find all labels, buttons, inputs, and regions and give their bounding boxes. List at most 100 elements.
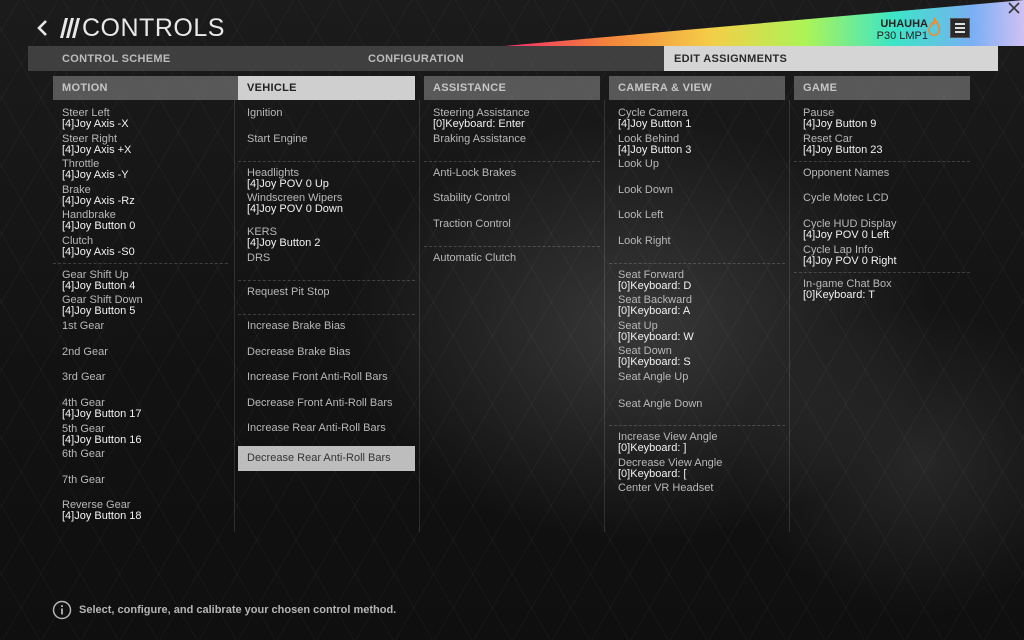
assignment-seat-forward[interactable]: Seat Forward [0]Keyboard: D [609,270,785,295]
assignment-value: [4]Joy Axis -X [62,118,129,130]
assignment-decrease-brake-bias[interactable]: Decrease Brake Bias [238,340,415,365]
column-divider [419,100,420,532]
assignment-value: [0]Keyboard: ] [618,442,687,454]
assignment-decrease-front-anti-roll-bars[interactable]: Decrease Front Anti-Roll Bars [238,391,415,416]
tab-bar: CONTROL SCHEME CONFIGURATION EDIT ASSIGN… [28,46,998,71]
assignment-label: Increase Front Anti-Roll Bars [247,371,388,383]
assignment-value: [4]Joy Axis -S0 [62,246,135,258]
assignment-7th-gear[interactable]: 7th Gear [53,468,233,493]
assignment-cycle-lap-info[interactable]: Cycle Lap Info [4]Joy POV 0 Right [794,245,970,270]
assignment-value: [4]Joy Axis -Rz [62,195,135,207]
assignment-traction-control[interactable]: Traction Control [424,212,600,237]
assignment-brake[interactable]: Brake [4]Joy Axis -Rz [53,185,233,210]
group-separator [238,161,415,163]
assignment-anti-lock-brakes[interactable]: Anti-Lock Brakes [424,161,600,186]
assignment-look-down[interactable]: Look Down [609,178,785,203]
assignment-label: Decrease Front Anti-Roll Bars [247,397,393,409]
back-button[interactable] [34,16,52,40]
assignment-label: Request Pit Stop [247,286,330,298]
assignment-label: Traction Control [433,218,511,230]
assignment-ignition[interactable]: Ignition [238,101,415,126]
assignment-windscreen-wipers[interactable]: Windscreen Wipers [4]Joy POV 0 Down [238,193,415,218]
assignment-value: [4]Joy POV 0 Up [247,178,329,190]
assignment-cycle-hud-display[interactable]: Cycle HUD Display [4]Joy POV 0 Left [794,219,970,244]
assignment-cycle-camera[interactable]: Cycle Camera [4]Joy Button 1 [609,108,785,133]
assignment-start-engine[interactable]: Start Engine [238,127,415,152]
assignment-value: [4]Joy POV 0 Left [803,229,890,241]
assignment-reset-car[interactable]: Reset Car [4]Joy Button 23 [794,134,970,159]
assignment-value: [0]Keyboard: A [618,305,691,317]
assignment-seat-angle-up[interactable]: Seat Angle Up [609,365,785,390]
column-header-motion[interactable]: MOTION [53,76,238,100]
assignment-opponent-names[interactable]: Opponent Names [794,161,970,186]
column-header-camera-view[interactable]: CAMERA & VIEW [609,76,785,100]
assignment-look-left[interactable]: Look Left [609,203,785,228]
assignment-label: Decrease Rear Anti-Roll Bars [247,452,391,464]
assignment-automatic-clutch[interactable]: Automatic Clutch [424,246,600,271]
column-header-game[interactable]: GAME [794,76,970,100]
assignment-seat-angle-down[interactable]: Seat Angle Down [609,392,785,417]
assignment-label: 3rd Gear [62,371,106,383]
assignment-seat-up[interactable]: Seat Up [0]Keyboard: W [609,321,785,346]
assignment-value: [4]Joy Button 0 [62,220,136,232]
assignment-1st-gear[interactable]: 1st Gear [53,314,233,339]
assignment-label: Look Down [618,184,674,196]
assignment-steer-left[interactable]: Steer Left [4]Joy Axis -X [53,108,233,133]
assignment-label: 1st Gear [62,320,105,332]
column-divider [789,100,790,532]
column-divider [234,100,235,532]
assignment-look-right[interactable]: Look Right [609,229,785,254]
assignment-2nd-gear[interactable]: 2nd Gear [53,340,233,365]
assignment-label: Stability Control [433,192,511,204]
profile-name: UHAUHA [880,18,928,30]
column-header-assistance[interactable]: ASSISTANCE [424,76,600,100]
assignment-label: 2nd Gear [62,346,108,358]
tab-control-scheme[interactable]: CONTROL SCHEME [28,46,340,71]
assignment-throttle[interactable]: Throttle [4]Joy Axis -Y [53,159,233,184]
assignment-braking-assistance[interactable]: Braking Assistance [424,127,600,152]
profile-car: P30 LMP1 [876,30,928,42]
assignment-value: [4]Joy POV 0 Down [247,203,343,215]
project-cars-logo-icon [56,16,82,40]
assignment-pause[interactable]: Pause [4]Joy Button 9 [794,108,970,133]
assignment-in-game-chat-box[interactable]: In-game Chat Box [0]Keyboard: T [794,279,970,304]
column-header-vehicle[interactable]: VEHICLE [238,76,415,100]
assignment-value: [4]Joy Axis -Y [62,169,129,181]
group-separator [794,272,970,274]
assignment-value: [4]Joy Axis +X [62,144,132,156]
assignment-gear-shift-up[interactable]: Gear Shift Up [4]Joy Button 4 [53,270,233,295]
assignment-label: Increase Rear Anti-Roll Bars [247,422,386,434]
menu-button[interactable] [950,18,970,38]
assignment-cycle-motec-lcd[interactable]: Cycle Motec LCD [794,186,970,211]
assignment-value: [0]Keyboard: D [618,280,692,292]
assignment-handbrake[interactable]: Handbrake [4]Joy Button 0 [53,210,233,235]
assignment-value: [4]Joy Button 4 [62,280,136,292]
assignment-headlights[interactable]: Headlights [4]Joy POV 0 Up [238,168,415,193]
assignment-seat-backward[interactable]: Seat Backward [0]Keyboard: A [609,295,785,320]
tab-edit-assignments[interactable]: EDIT ASSIGNMENTS [664,46,998,71]
assignment-label: 6th Gear [62,448,105,460]
assignment-stability-control[interactable]: Stability Control [424,186,600,211]
assignment-steer-right[interactable]: Steer Right [4]Joy Axis +X [53,134,233,159]
assignment-reverse-gear[interactable]: Reverse Gear [4]Joy Button 18 [53,500,233,525]
assignment-look-up[interactable]: Look Up [609,152,785,177]
close-button[interactable] [1006,0,1022,16]
assignment-3rd-gear[interactable]: 3rd Gear [53,365,233,390]
assignment-increase-front-anti-roll-bars[interactable]: Increase Front Anti-Roll Bars [238,365,415,390]
assignment-increase-rear-anti-roll-bars[interactable]: Increase Rear Anti-Roll Bars [238,416,415,441]
assignment-clutch[interactable]: Clutch [4]Joy Axis -S0 [53,236,233,261]
assignment-increase-brake-bias[interactable]: Increase Brake Bias [238,314,415,339]
tab-configuration[interactable]: CONFIGURATION [340,46,664,71]
assignment-label: Decrease Brake Bias [247,346,351,358]
assignment-label: DRS [247,252,271,264]
assignment-6th-gear[interactable]: 6th Gear [53,442,233,467]
assignment-label: Look Up [618,158,659,170]
assignment-center-vr-headset[interactable]: Center VR Headset [609,476,785,501]
assignment-drs[interactable]: DRS [238,246,415,271]
assignment-decrease-rear-anti-roll-bars[interactable]: Decrease Rear Anti-Roll Bars [238,446,415,471]
assignment-value: [4]Joy Button 18 [62,510,142,522]
assignment-4th-gear[interactable]: 4th Gear [4]Joy Button 17 [53,398,233,423]
assignment-label: Cycle Motec LCD [803,192,889,204]
assignment-request-pit-stop[interactable]: Request Pit Stop [238,280,415,305]
assignment-increase-view-angle[interactable]: Increase View Angle [0]Keyboard: ] [609,432,785,457]
